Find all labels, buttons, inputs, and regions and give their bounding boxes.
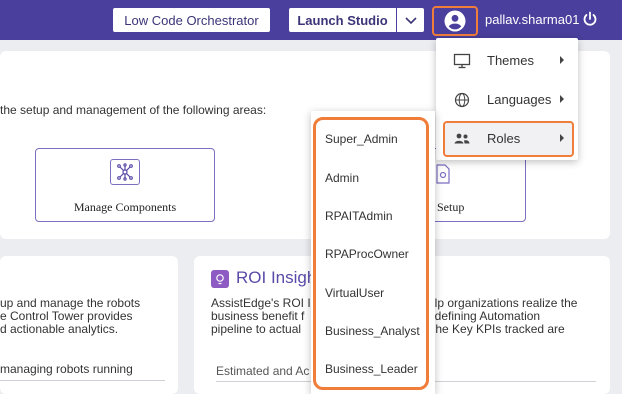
globe-icon bbox=[454, 92, 470, 108]
role-item-business-leader[interactable]: Business_Leader bbox=[325, 362, 418, 376]
menu-item-label: Themes bbox=[487, 53, 534, 68]
username-label: pallav.sharma01 bbox=[485, 12, 580, 27]
launch-studio-dropdown-button[interactable] bbox=[397, 8, 424, 32]
monitor-icon bbox=[453, 53, 471, 69]
estimated-label: Estimated and Ac bbox=[216, 364, 310, 378]
user-menu-items: Themes Languages Roles bbox=[436, 38, 578, 160]
control-tower-subtitle: managing robots running bbox=[0, 362, 133, 376]
role-item-rpaprocowner[interactable]: RPAProcOwner bbox=[325, 247, 409, 261]
manage-components-label: Manage Components bbox=[73, 200, 177, 214]
role-item-admin[interactable]: Admin bbox=[325, 171, 359, 185]
setup-label: Setup bbox=[437, 200, 465, 214]
menu-item-languages[interactable]: Languages bbox=[436, 81, 578, 119]
roi-description-right: elp organizations realize the , defining… bbox=[428, 296, 578, 336]
menu-item-label: Languages bbox=[487, 92, 552, 107]
people-icon bbox=[454, 133, 470, 144]
role-item-virtualuser[interactable]: VirtualUser bbox=[325, 286, 384, 300]
control-tower-description: up and manage the robots e Control Tower… bbox=[0, 296, 141, 336]
menu-item-label: Roles bbox=[487, 131, 521, 146]
network-icon bbox=[110, 159, 140, 185]
chevron-right-icon bbox=[560, 134, 564, 142]
user-avatar-icon bbox=[444, 10, 466, 32]
user-avatar-button[interactable] bbox=[432, 6, 478, 36]
roi-description-left: AssistEdge's ROI I business benefit f pi… bbox=[211, 296, 311, 336]
menu-item-themes[interactable]: Themes bbox=[436, 42, 578, 80]
power-icon[interactable] bbox=[582, 11, 598, 27]
role-item-super-admin[interactable]: Super_Admin bbox=[325, 132, 398, 146]
lightbulb-icon bbox=[211, 270, 229, 288]
chevron-right-icon bbox=[560, 56, 564, 64]
settings-doc-icon bbox=[436, 164, 450, 184]
chevron-down-icon bbox=[404, 17, 417, 25]
divider bbox=[0, 380, 165, 381]
menu-item-roles[interactable]: Roles bbox=[436, 120, 578, 158]
role-item-business-analyst[interactable]: Business_Analyst bbox=[325, 324, 420, 338]
chevron-right-icon bbox=[560, 95, 564, 103]
setup-intro-text: the setup and management of the followin… bbox=[0, 103, 267, 117]
role-item-rpaitadmin[interactable]: RPAITAdmin bbox=[325, 209, 393, 223]
launch-studio-button[interactable]: Launch Studio bbox=[289, 8, 396, 32]
roi-insights-title: ROI Insigh bbox=[236, 268, 317, 287]
manage-components-tile[interactable]: Manage Components bbox=[35, 148, 215, 222]
low-code-orchestrator-button[interactable]: Low Code Orchestrator bbox=[113, 8, 270, 32]
